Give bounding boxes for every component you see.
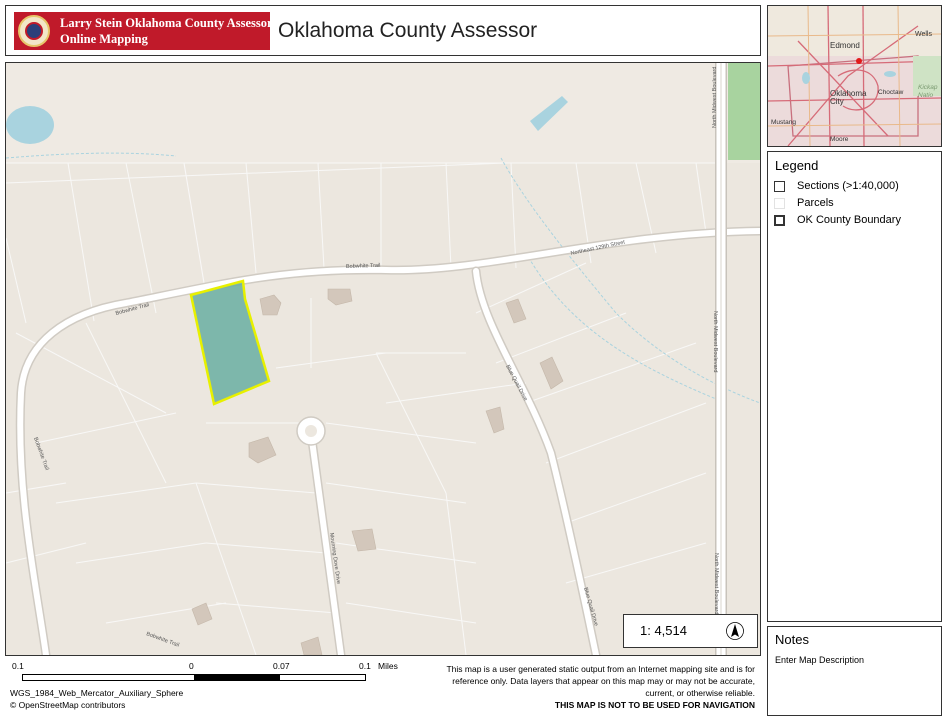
scale-bar (22, 674, 366, 681)
overview-label-line: Natio (918, 92, 934, 99)
overview-map[interactable]: Edmond Wells Oklahoma City Choctaw Mustan… (767, 5, 942, 147)
overview-label: Choctaw (878, 89, 904, 96)
disclaimer-line: reference only. Data layers that appear … (452, 676, 755, 686)
attribution-text: © OpenStreetMap contributors (10, 700, 126, 710)
map-canvas[interactable]: Bobwhite Trail Bobwhite Trail Bobwhite T… (6, 63, 760, 655)
legend-item-label: OK County Boundary (797, 214, 901, 226)
disclaimer-line: This map is a user generated static outp… (446, 664, 755, 674)
overview-label: Moore (830, 136, 849, 143)
disclaimer: This map is a user generated static outp… (435, 663, 755, 711)
street-label: North Midwest Boulevard (712, 67, 718, 128)
header-bar: Larry Stein Oklahoma County Assessor Onl… (5, 5, 761, 56)
notes-description: Enter Map Description (775, 655, 865, 665)
overview-label: Wells (915, 31, 932, 38)
building (539, 356, 564, 390)
selected-parcel[interactable] (189, 279, 271, 406)
north-arrow-icon (726, 622, 744, 640)
county-seal-icon (18, 15, 50, 47)
building (327, 288, 353, 306)
building (485, 406, 505, 434)
main-map[interactable]: Bobwhite Trail Bobwhite Trail Bobwhite T… (5, 62, 761, 656)
overview-label-line: Kickap (918, 84, 938, 91)
logo-text-line1: Larry Stein Oklahoma County Assessor (60, 16, 273, 30)
building (248, 436, 277, 464)
street-label: North Midwest Boulevard (713, 553, 719, 614)
disclaimer-line: current, or otherwise reliable. (645, 688, 755, 698)
scale-tick-label: 0.07 (273, 661, 290, 671)
assessor-logo[interactable]: Larry Stein Oklahoma County Assessor Onl… (14, 12, 273, 50)
parcels-swatch (774, 198, 785, 209)
navigation-warning: THIS MAP IS NOT TO BE USED FOR NAVIGATIO… (554, 700, 755, 710)
street-label: North Midwest Boulevard (712, 311, 718, 372)
overview-label-line: City (830, 97, 844, 106)
street-label: Bobwhite Trail (145, 631, 180, 648)
scale-tick-label: 0.1 (12, 661, 24, 671)
location-marker (856, 58, 862, 64)
page-title: Oklahoma County Assessor (278, 19, 538, 42)
green-space (728, 63, 760, 160)
map-footer: 0.1 0 0.07 0.1 Miles WGS_1984_Web_Mercat… (5, 659, 761, 716)
legend-item-label: Sections (>1:40,000) (797, 180, 899, 192)
building (259, 294, 282, 316)
notes-title: Notes (775, 632, 809, 647)
building (351, 528, 377, 552)
logo-text-line2: Online Mapping (60, 32, 148, 46)
legend-title: Legend (775, 158, 819, 173)
scale-unit-label: Miles (378, 661, 398, 671)
map-scale-text: 1: 4,514 (640, 623, 687, 638)
overview-canvas: Edmond Wells Oklahoma City Choctaw Mustan… (768, 6, 941, 146)
overview-label: Edmond (830, 41, 860, 50)
notes-panel: Notes Enter Map Description (767, 626, 942, 716)
boundary-swatch (774, 215, 785, 226)
map-scale-box: 1: 4,514 (623, 614, 758, 648)
building (505, 298, 527, 324)
sections-swatch (774, 181, 785, 192)
legend-panel: Legend Sections (>1:40,000) Parcels OK C… (767, 151, 942, 622)
scale-tick-label: 0.1 (359, 661, 371, 671)
scale-tick-label: 0 (189, 661, 194, 671)
street-label: Bobwhite Trail (346, 263, 381, 270)
pond (6, 106, 54, 144)
legend-item-label: Parcels (797, 197, 834, 209)
overview-label: Mustang (771, 119, 796, 126)
building (300, 636, 323, 655)
projection-text: WGS_1984_Web_Mercator_Auxiliary_Sphere (10, 688, 184, 698)
